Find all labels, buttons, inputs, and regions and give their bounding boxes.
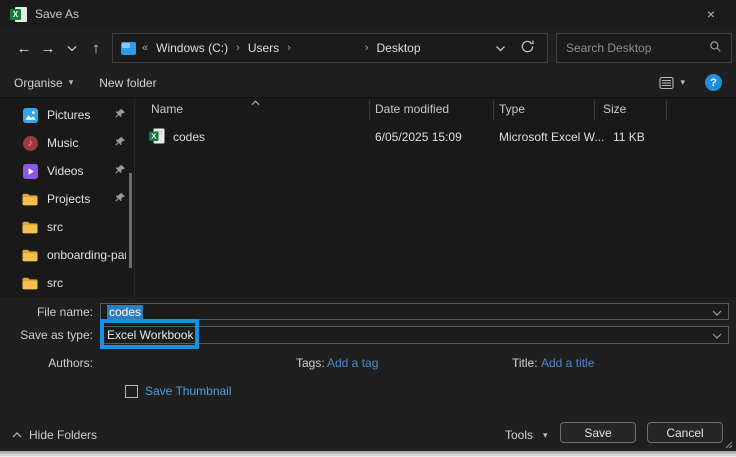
resize-grip[interactable] — [723, 438, 733, 452]
pin-icon[interactable] — [114, 192, 126, 207]
column-header-size[interactable]: Size — [603, 102, 626, 120]
file-name-label: File name: — [36, 304, 93, 319]
sidebar: Pictures ♪ Music Videos Projects src onb… — [0, 98, 134, 297]
file-row-codes[interactable]: X codes 6/05/2025 15:09 Microsoft Excel … — [135, 124, 736, 150]
sort-ascending-icon — [251, 95, 260, 109]
form-area: File name: codes Save as type: Excel Wor… — [0, 297, 736, 420]
recent-locations-chevron[interactable] — [60, 36, 84, 60]
svg-text:X: X — [151, 132, 156, 141]
excel-file-icon: X — [149, 128, 165, 147]
save-button[interactable]: Save — [560, 422, 636, 443]
back-button[interactable]: ← — [12, 36, 36, 60]
sidebar-item-src[interactable]: src — [0, 213, 134, 241]
column-header-date-modified[interactable]: Date modified — [375, 102, 449, 120]
file-list: Name Date modified Type Size X codes 6/0… — [134, 98, 736, 297]
chevron-down-icon[interactable] — [712, 328, 722, 342]
refresh-icon[interactable] — [520, 39, 535, 57]
main-area: Pictures ♪ Music Videos Projects src onb… — [0, 98, 736, 297]
column-header-type[interactable]: Type — [499, 102, 525, 120]
help-icon[interactable]: ? — [705, 74, 722, 91]
column-resize-handle[interactable] — [594, 100, 595, 120]
sidebar-item-onboarding[interactable]: onboarding-par — [0, 241, 134, 269]
file-date-cell: 6/05/2025 15:09 — [375, 130, 462, 144]
pin-icon[interactable] — [114, 136, 126, 151]
folder-icon — [22, 191, 38, 207]
file-name-input[interactable]: codes — [100, 303, 729, 320]
sidebar-item-projects[interactable]: Projects — [0, 185, 134, 213]
save-as-type-select[interactable]: Excel Workbook — [100, 326, 729, 344]
breadcrumb-overflow-icon[interactable]: « — [142, 42, 148, 54]
breadcrumb-segment-users[interactable]: Users — [246, 41, 281, 55]
authors-label: Authors: — [48, 356, 93, 370]
tags-label: Tags: — [296, 356, 325, 370]
column-resize-handle[interactable] — [493, 100, 494, 120]
command-toolbar: Organise ▾ New folder ▾ ? — [0, 68, 736, 98]
breadcrumb-segment-redacted[interactable] — [297, 40, 359, 56]
add-tag-link[interactable]: Add a tag — [327, 356, 378, 370]
breadcrumb: « Windows (C:) › Users › › Desktop — [112, 33, 548, 63]
column-header-name[interactable]: Name — [151, 102, 183, 120]
breadcrumb-separator: › — [364, 42, 369, 54]
save-as-dialog: X Save As × ← → ↑ « Windows (C:) › Users… — [0, 0, 736, 451]
chevron-up-icon — [12, 432, 22, 438]
file-size-cell: 11 KB — [613, 130, 645, 144]
screen-edge — [0, 451, 736, 457]
address-dropdown-chevron[interactable] — [495, 41, 506, 55]
up-button[interactable]: ↑ — [84, 36, 108, 60]
save-as-type-label: Save as type: — [20, 328, 93, 342]
pictures-icon — [22, 107, 38, 123]
save-as-dialog-screen: X Save As × ← → ↑ « Windows (C:) › Users… — [0, 0, 736, 457]
column-resize-handle[interactable] — [369, 100, 370, 120]
add-title-link[interactable]: Add a title — [541, 356, 594, 370]
breadcrumb-separator: › — [287, 42, 291, 54]
drive-icon — [121, 41, 136, 55]
view-options-button[interactable]: ▾ — [658, 75, 685, 91]
excel-app-icon: X — [10, 6, 27, 23]
search-box[interactable]: Search Desktop — [556, 33, 732, 63]
footer-bar: Hide Folders Tools ▾ Save Cancel — [0, 420, 736, 451]
close-icon[interactable]: × — [696, 2, 726, 26]
hide-folders-button[interactable]: Hide Folders — [12, 428, 97, 442]
music-icon: ♪ — [22, 135, 38, 151]
pin-icon[interactable] — [114, 108, 126, 123]
save-as-type-value: Excel Workbook — [107, 328, 194, 342]
sidebar-item-music[interactable]: ♪ Music — [0, 129, 134, 157]
window-title: Save As — [35, 7, 80, 21]
chevron-down-icon[interactable] — [712, 305, 722, 319]
organise-button[interactable]: Organise ▾ — [14, 76, 73, 90]
breadcrumb-segment-drive[interactable]: Windows (C:) — [154, 41, 230, 55]
dropdown-caret-icon: ▾ — [543, 429, 548, 440]
folder-icon — [22, 275, 38, 291]
sidebar-item-src-2[interactable]: src — [0, 269, 134, 297]
file-type-cell: Microsoft Excel W... — [499, 130, 605, 144]
tools-button[interactable]: Tools ▾ — [505, 428, 548, 442]
new-folder-button[interactable]: New folder — [99, 76, 156, 90]
cancel-button[interactable]: Cancel — [647, 422, 723, 443]
title-bar: X Save As × — [0, 0, 736, 28]
file-name-cell: codes — [173, 130, 206, 144]
pin-icon[interactable] — [114, 164, 126, 179]
breadcrumb-segment-desktop[interactable]: Desktop — [375, 41, 423, 55]
sidebar-item-videos[interactable]: Videos — [0, 157, 134, 185]
search-placeholder: Search Desktop — [566, 41, 652, 55]
chevron-down-icon — [496, 46, 505, 52]
sidebar-scrollbar[interactable] — [129, 173, 132, 268]
videos-icon — [22, 163, 38, 179]
save-thumbnail-label[interactable]: Save Thumbnail — [145, 384, 232, 398]
dropdown-caret-icon: ▾ — [680, 77, 685, 87]
dropdown-caret-icon: ▾ — [68, 77, 74, 87]
breadcrumb-separator: › — [236, 42, 240, 54]
title-label: Title: — [512, 356, 538, 370]
sidebar-item-pictures[interactable]: Pictures — [0, 101, 134, 129]
list-view-icon — [659, 76, 675, 89]
forward-button[interactable]: → — [36, 36, 60, 60]
save-thumbnail-checkbox[interactable] — [125, 384, 138, 398]
navigation-bar: ← → ↑ « Windows (C:) › Users › › Desktop — [0, 28, 736, 68]
file-name-value: codes — [107, 304, 144, 319]
folder-icon — [22, 247, 38, 263]
search-icon[interactable] — [709, 40, 722, 56]
folder-icon — [22, 219, 38, 235]
column-resize-handle[interactable] — [666, 100, 667, 120]
chevron-down-icon — [67, 45, 77, 51]
